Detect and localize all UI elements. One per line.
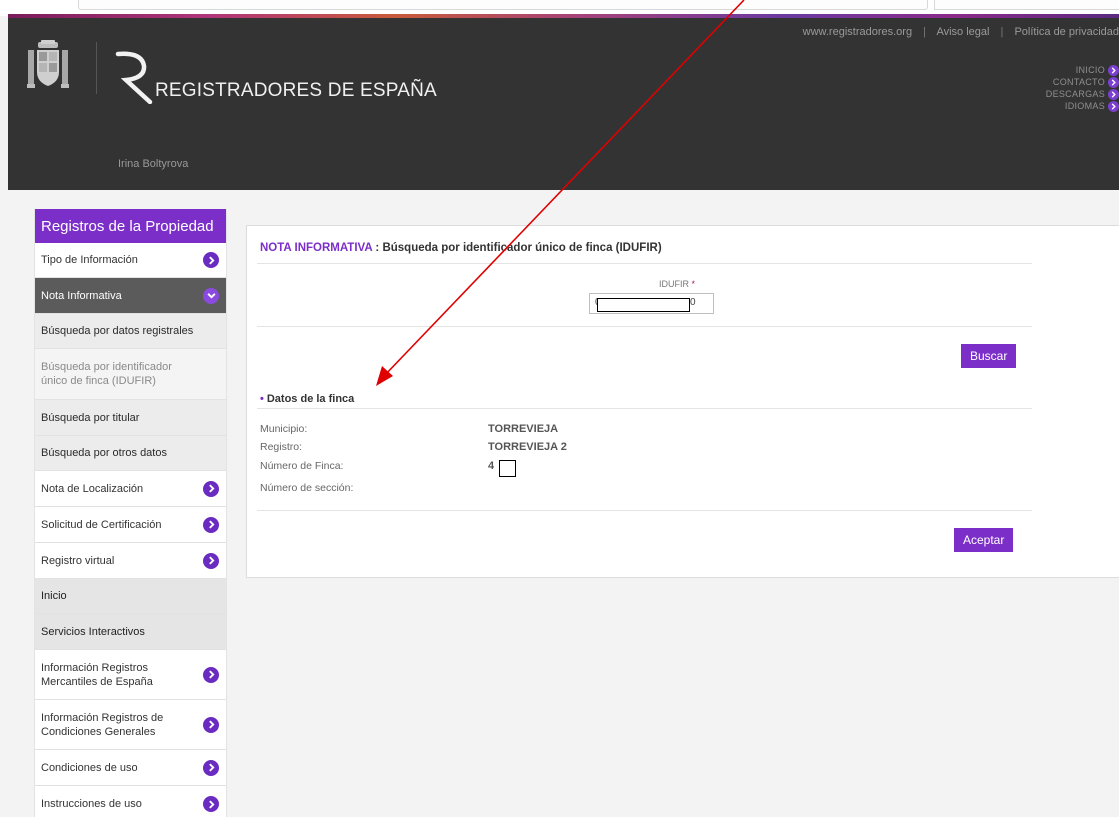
nav-item-contacto[interactable]: CONTACTO xyxy=(999,76,1119,88)
section-title-text: Datos de la finca xyxy=(266,393,355,405)
field-label-numero-finca: Número de Finca: xyxy=(260,460,344,472)
right-nav: INICIO CONTACTO DESCARGAS IDIOMAS xyxy=(999,64,1119,112)
user-name: Irina Boltyrova xyxy=(118,158,189,170)
sidebar-item-busqueda-datos-registrales[interactable]: Búsqueda por datos registrales xyxy=(35,314,226,349)
idufir-value-end: 0 xyxy=(690,297,696,308)
page-title-text: : Búsqueda por identificador único de fi… xyxy=(372,242,662,254)
chevron-down-icon xyxy=(203,287,219,304)
sidebar-item-label: Nota de Localización xyxy=(41,482,144,495)
nav-label: INICIO xyxy=(1075,65,1105,75)
chevron-right-icon xyxy=(203,796,219,812)
sidebar-item-label: Búsqueda por otros datos xyxy=(41,447,167,459)
header-divider xyxy=(96,42,97,94)
sidebar-item-label: Condiciones de uso xyxy=(41,761,138,774)
chevron-right-icon xyxy=(1108,100,1119,112)
divider xyxy=(257,510,1032,511)
registradores-logo-icon[interactable] xyxy=(112,48,158,104)
divider xyxy=(257,263,1032,264)
sidebar-item-inicio[interactable]: Inicio xyxy=(35,579,226,614)
sidebar-item-registro-virtual[interactable]: Registro virtual xyxy=(35,543,226,579)
search-button[interactable]: Buscar xyxy=(961,344,1017,368)
browser-address-area[interactable] xyxy=(78,0,928,10)
link-separator: | xyxy=(1000,26,1004,38)
section-title: • Datos de la finca xyxy=(260,393,354,405)
redaction-box xyxy=(597,298,690,312)
chevron-right-icon xyxy=(203,552,219,569)
sidebar-item-tipo-informacion[interactable]: Tipo de Información xyxy=(35,243,226,278)
page-title: NOTA INFORMATIVA : Búsqueda por identifi… xyxy=(260,242,662,254)
sidebar-item-nota-informativa[interactable]: Nota Informativa xyxy=(35,278,226,314)
sidebar-item-condiciones-uso[interactable]: Condiciones de uso xyxy=(35,750,226,786)
sidebar-title: Registros de la Propiedad xyxy=(35,209,226,243)
sidebar-item-label: Búsqueda por titular xyxy=(41,411,140,424)
legal-link[interactable]: Aviso legal xyxy=(936,26,989,38)
sidebar-item-label: Tipo de Información xyxy=(41,254,138,266)
chevron-right-icon xyxy=(203,480,219,497)
field-value-numero-finca: 4 xyxy=(488,460,495,472)
chevron-right-icon xyxy=(203,666,219,683)
sidebar-item-busqueda-idufir[interactable]: Búsqueda por identificador único de finc… xyxy=(35,349,226,400)
idufir-label: IDUFIR * xyxy=(627,279,727,289)
chevron-right-icon xyxy=(203,252,219,268)
nav-label: DESCARGAS xyxy=(1045,89,1105,99)
sidebar-item-busqueda-otros-datos[interactable]: Búsqueda por otros datos xyxy=(35,436,226,471)
divider xyxy=(257,408,1032,409)
sidebar-item-busqueda-titular[interactable]: Búsqueda por titular xyxy=(35,400,226,436)
coat-of-arms-icon xyxy=(27,40,69,88)
sidebar: Registros de la Propiedad Tipo de Inform… xyxy=(34,209,227,817)
accept-button[interactable]: Aceptar xyxy=(954,528,1014,552)
divider xyxy=(257,326,1032,327)
link-separator: | xyxy=(923,26,926,38)
sidebar-item-label: Búsqueda por datos registrales xyxy=(41,325,194,337)
site-header: REGISTRADORES DE ESPAÑA Irina Boltyrova … xyxy=(8,18,1119,190)
nav-item-inicio[interactable]: INICIO xyxy=(999,64,1119,76)
sidebar-item-label: Inicio xyxy=(41,590,67,602)
page-title-accent: NOTA INFORMATIVA xyxy=(260,242,373,254)
field-label-numero-seccion: Número de sección: xyxy=(260,482,354,494)
sidebar-item-label: Instrucciones de uso xyxy=(41,798,142,810)
top-links: www.registradores.org | Aviso legal | Po… xyxy=(803,26,1119,38)
main-panel: NOTA INFORMATIVA : Búsqueda por identifi… xyxy=(246,225,1119,578)
field-value-registro: TORREVIEJA 2 xyxy=(488,441,567,453)
chevron-right-icon xyxy=(1108,64,1119,76)
sidebar-item-label: Búsqueda por identificador único de finc… xyxy=(41,361,172,387)
privacy-link[interactable]: Política de privacidad xyxy=(1014,26,1119,38)
sidebar-item-label: Servicios Interactivos xyxy=(41,625,145,638)
sidebar-item-label: Información Registros Mercantiles de Esp… xyxy=(41,661,153,688)
field-label-municipio: Municipio: xyxy=(260,423,308,435)
nav-item-descargas[interactable]: DESCARGAS xyxy=(999,88,1119,100)
chevron-right-icon xyxy=(203,759,219,776)
sidebar-item-nota-localizacion[interactable]: Nota de Localización xyxy=(35,471,226,507)
idufir-label-text: IDUFIR xyxy=(658,279,689,289)
field-label-registro: Registro: xyxy=(260,441,303,453)
redaction-box xyxy=(499,460,516,477)
nav-label: CONTACTO xyxy=(1052,77,1105,87)
chevron-right-icon xyxy=(1108,76,1119,88)
required-marker: * xyxy=(691,279,696,289)
sidebar-item-solicitud-certificacion[interactable]: Solicitud de Certificación xyxy=(35,507,226,543)
nav-item-idiomas[interactable]: IDIOMAS xyxy=(999,100,1119,112)
sidebar-item-label: Solicitud de Certificación xyxy=(41,518,162,531)
sidebar-item-label: Registro virtual xyxy=(41,554,115,567)
sidebar-item-condiciones-generales[interactable]: Información Registros de Condiciones Gen… xyxy=(35,700,226,750)
sidebar-item-registros-mercantiles[interactable]: Información Registros Mercantiles de Esp… xyxy=(35,650,226,700)
sidebar-item-label: Nota Informativa xyxy=(41,289,122,302)
chevron-right-icon xyxy=(203,516,219,533)
browser-search-area[interactable] xyxy=(934,0,1119,10)
page: REGISTRADORES DE ESPAÑA Irina Boltyrova … xyxy=(0,0,1119,817)
brand-name[interactable]: REGISTRADORES DE ESPAÑA xyxy=(155,80,437,102)
site-link[interactable]: www.registradores.org xyxy=(803,26,912,38)
chevron-right-icon xyxy=(1108,88,1119,100)
sidebar-item-instrucciones-uso[interactable]: Instrucciones de uso xyxy=(35,786,226,817)
nav-label: IDIOMAS xyxy=(1064,101,1105,111)
sidebar-item-servicios-interactivos[interactable]: Servicios Interactivos xyxy=(35,614,226,650)
chevron-right-icon xyxy=(203,716,219,733)
sidebar-item-label: Información Registros de Condiciones Gen… xyxy=(41,711,164,738)
field-value-municipio: TORREVIEJA xyxy=(488,423,559,435)
section-bullet: • xyxy=(260,393,264,405)
